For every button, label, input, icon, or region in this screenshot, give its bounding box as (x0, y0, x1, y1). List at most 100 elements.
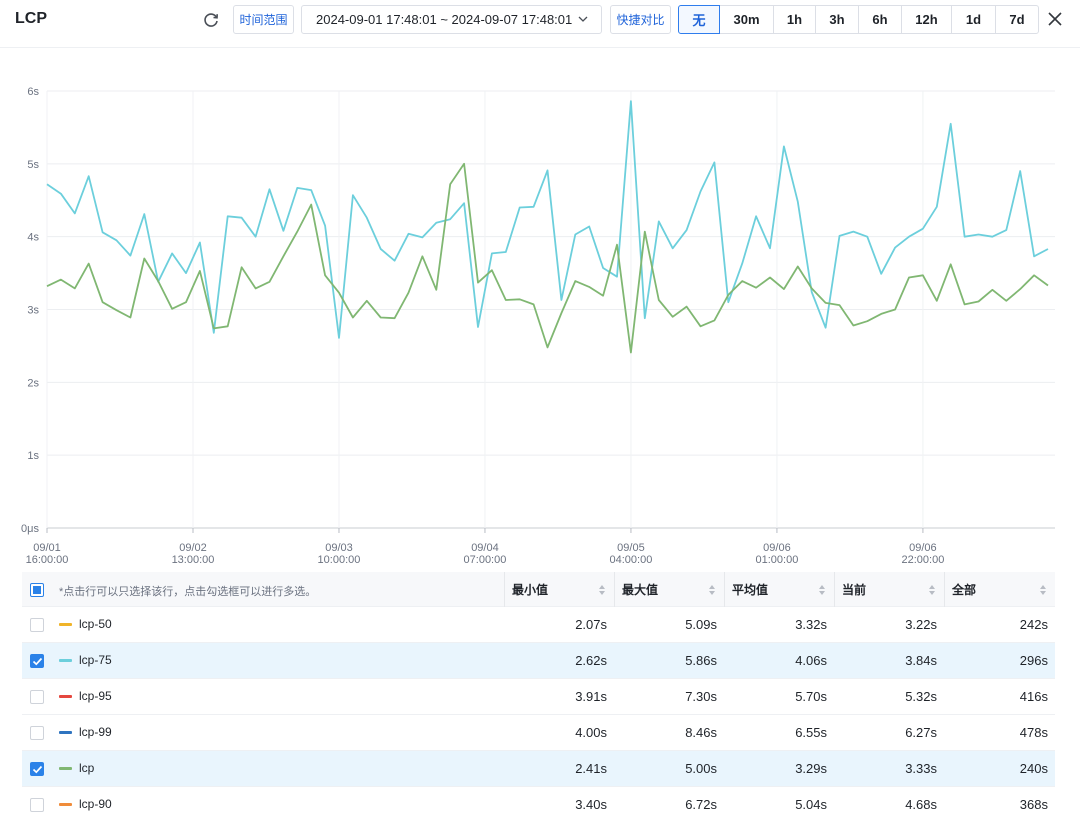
sort-icon (599, 585, 605, 595)
cell-current: 4.68s (905, 797, 937, 812)
page-title: LCP (15, 10, 47, 27)
chevron-down-icon (578, 16, 588, 22)
row-checkbox[interactable] (30, 798, 44, 812)
date-range-picker[interactable]: 2024-09-01 17:48:01 ~ 2024-09-07 17:48:0… (301, 5, 602, 34)
y-tick-label: 6s (27, 86, 39, 98)
cell-min: 3.40s (575, 797, 607, 812)
compare-option-7d[interactable]: 7d (995, 5, 1039, 34)
column-label: 平均值 (732, 583, 769, 597)
table-body: lcp-50 2.07s 5.09s 3.32s 3.22s 242s lcp-75 2.62… (22, 607, 1055, 820)
y-tick-label: 1s (27, 450, 39, 462)
y-tick-label: 2s (27, 377, 39, 389)
cell-all: 416s (1019, 689, 1048, 704)
cell-avg: 4.06s (795, 653, 827, 668)
y-axis: 0μs 1s 2s 3s 4s 5s 6s (21, 86, 39, 535)
row-checkbox[interactable] (30, 690, 44, 704)
cell-current: 6.27s (905, 725, 937, 740)
column-header-current[interactable]: 当前 (834, 572, 944, 607)
cell-max: 5.00s (685, 761, 717, 776)
y-tick-label: 0μs (21, 523, 39, 535)
table-header: *点击行可以只选择该行，点击勾选框可以进行多选。 最小值 最大值 平均值 当前 … (22, 572, 1055, 607)
compare-option-3h[interactable]: 3h (815, 5, 859, 34)
column-label: 最小值 (512, 583, 549, 597)
x-tick-time: 04:00:00 (610, 554, 653, 566)
series-name: lcp-99 (79, 725, 112, 739)
time-range-button[interactable]: 时间范围 (233, 5, 294, 34)
x-tick-date: 09/01 (33, 542, 61, 554)
y-tick-label: 3s (27, 305, 39, 317)
cell-current: 3.22s (905, 617, 937, 632)
cell-min: 2.62s (575, 653, 607, 668)
refresh-icon[interactable] (201, 10, 221, 30)
series-name: lcp-75 (79, 653, 112, 667)
series-name: lcp-90 (79, 797, 112, 811)
cell-min: 2.07s (575, 617, 607, 632)
compare-option-30m[interactable]: 30m (719, 5, 774, 34)
cell-avg: 6.55s (795, 725, 827, 740)
cell-current: 5.32s (905, 689, 937, 704)
compare-option-1h[interactable]: 1h (773, 5, 816, 34)
x-tick-date: 09/05 (617, 542, 645, 554)
x-tick-time: 10:00:00 (318, 554, 361, 566)
cell-max: 5.09s (685, 617, 717, 632)
cell-all: 240s (1019, 761, 1048, 776)
compare-options: 无 30m 1h 3h 6h 12h 1d 7d (678, 5, 1039, 34)
series-name: lcp-95 (79, 689, 112, 703)
column-label: 最大值 (622, 583, 659, 597)
cell-min: 4.00s (575, 725, 607, 740)
table-row[interactable]: lcp-50 2.07s 5.09s 3.32s 3.22s 242s (22, 607, 1055, 643)
table-row[interactable]: lcp-90 3.40s 6.72s 5.04s 4.68s 368s (22, 787, 1055, 820)
x-tick-date: 09/06 (909, 542, 937, 554)
cell-current: 3.33s (905, 761, 937, 776)
column-header-min[interactable]: 最小值 (504, 572, 614, 607)
cell-avg: 3.29s (795, 761, 827, 776)
x-tick-date: 09/03 (325, 542, 353, 554)
quick-compare-button[interactable]: 快捷对比 (610, 5, 671, 34)
table-row[interactable]: lcp-99 4.00s 8.46s 6.55s 6.27s 478s (22, 715, 1055, 751)
table-row[interactable]: lcp 2.41s 5.00s 3.29s 3.33s 240s (22, 751, 1055, 787)
sort-icon (1040, 585, 1046, 595)
x-tick-date: 09/06 (763, 542, 791, 554)
series-color-swatch (59, 659, 72, 662)
table-row[interactable]: lcp-95 3.91s 7.30s 5.70s 5.32s 416s (22, 679, 1055, 715)
compare-option-12h[interactable]: 12h (901, 5, 952, 34)
select-all-checkbox[interactable] (30, 583, 44, 597)
cell-max: 7.30s (685, 689, 717, 704)
table-row[interactable]: lcp-75 2.62s 5.86s 4.06s 3.84s 296s (22, 643, 1055, 679)
column-header-max[interactable]: 最大值 (614, 572, 724, 607)
series-color-swatch (59, 623, 72, 626)
series-name: lcp-50 (79, 617, 112, 631)
series-color-swatch (59, 767, 72, 770)
compare-option-1d[interactable]: 1d (951, 5, 996, 34)
row-checkbox[interactable] (30, 654, 44, 668)
series-table: *点击行可以只选择该行，点击勾选框可以进行多选。 最小值 最大值 平均值 当前 … (22, 572, 1055, 820)
column-header-all[interactable]: 全部 (944, 572, 1055, 607)
x-tick-time: 22:00:00 (902, 554, 945, 566)
row-checkbox[interactable] (30, 618, 44, 632)
series-line-lcp (46, 162, 1049, 354)
cell-max: 5.86s (685, 653, 717, 668)
close-icon[interactable] (1046, 10, 1064, 28)
chart-series (46, 100, 1049, 354)
y-tick-label: 4s (27, 232, 39, 244)
column-label: 全部 (952, 583, 977, 597)
cell-max: 6.72s (685, 797, 717, 812)
cell-all: 478s (1019, 725, 1048, 740)
toolbar: LCP 时间范围 2024-09-01 17:48:01 ~ 2024-09-0… (0, 0, 1080, 48)
series-color-swatch (59, 695, 72, 698)
x-tick-time: 01:00:00 (756, 554, 799, 566)
column-header-avg[interactable]: 平均值 (724, 572, 834, 607)
row-checkbox[interactable] (30, 726, 44, 740)
x-tick-time: 16:00:00 (26, 554, 69, 566)
compare-option-none[interactable]: 无 (678, 5, 720, 34)
compare-option-6h[interactable]: 6h (858, 5, 902, 34)
cell-avg: 5.04s (795, 797, 827, 812)
checkmark-icon (32, 657, 43, 666)
lcp-line-chart[interactable]: 0μs 1s 2s 3s 4s 5s 6s 09/0116:00:00 09/0213:00:… (0, 60, 1080, 570)
cell-avg: 5.70s (795, 689, 827, 704)
row-checkbox[interactable] (30, 762, 44, 776)
x-tick-date: 09/02 (179, 542, 207, 554)
series-name: lcp (79, 761, 95, 775)
cell-all: 296s (1019, 653, 1048, 668)
checkmark-icon (32, 765, 43, 774)
